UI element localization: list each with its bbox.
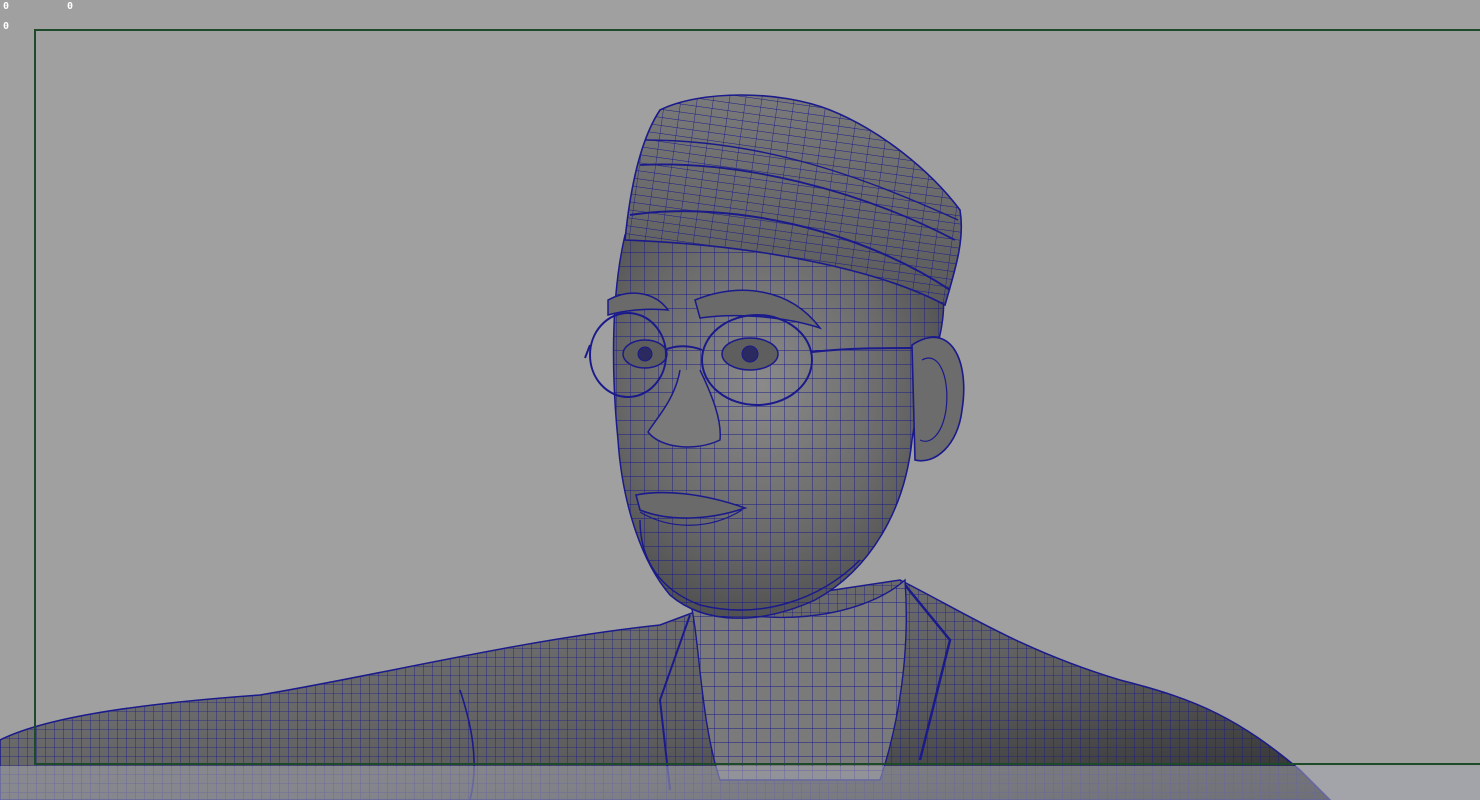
3d-viewport[interactable]: 0 0 0 xyxy=(0,0,1480,800)
bust-model[interactable] xyxy=(0,0,1480,800)
floor-reflection xyxy=(0,766,1480,800)
